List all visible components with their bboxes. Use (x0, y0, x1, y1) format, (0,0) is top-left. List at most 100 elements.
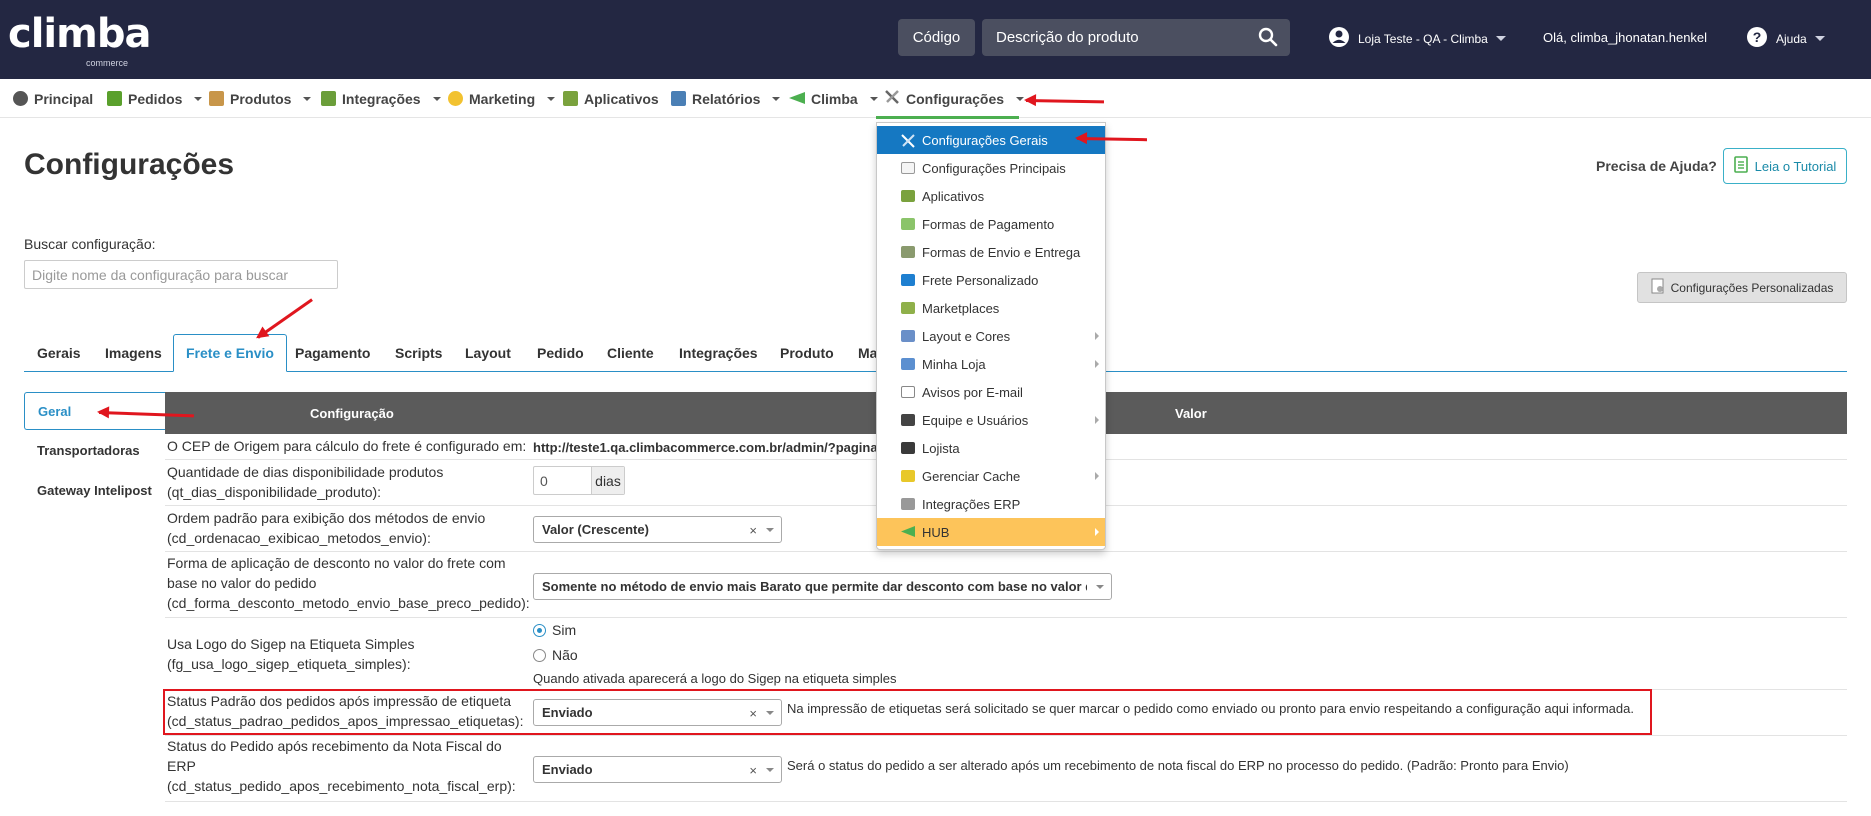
menu-item-integracoes-erp[interactable]: Integrações ERP (877, 490, 1105, 518)
nav-configuracoes[interactable]: Configurações (884, 79, 1025, 118)
radio-button[interactable] (533, 648, 546, 662)
page-title: Configurações (24, 148, 235, 181)
menu-item-gerenciar-cache[interactable]: Gerenciar Cache (877, 462, 1105, 490)
nav-label: Aplicativos (584, 90, 659, 107)
menu-item-configuracoes-gerais[interactable]: Configurações Gerais (877, 126, 1105, 154)
chevron-down-icon (766, 768, 774, 772)
nav-integracoes[interactable]: Integrações (321, 79, 441, 118)
climba-logo[interactable]: climba commerce (8, 14, 151, 68)
row-label: Ordem padrão para exibição dos métodos d… (167, 510, 486, 526)
chevron-down-icon (772, 96, 781, 101)
chevron-right-icon (1095, 528, 1099, 536)
help-menu[interactable]: ? Ajuda (1746, 26, 1825, 51)
configuracoes-dropdown-menu: Configurações Gerais Configurações Princ… (876, 122, 1106, 550)
nav-produtos[interactable]: Produtos (209, 79, 312, 118)
chevron-right-icon (1095, 472, 1099, 480)
nav-label: Relatórios (692, 90, 761, 107)
chevron-down-icon (432, 96, 441, 101)
status-nf-select[interactable]: Enviado × (533, 756, 782, 783)
nav-principal[interactable]: Principal (13, 79, 93, 118)
cep-link[interactable]: http://teste1.qa.climbacommerce.com.br/a… (533, 440, 878, 455)
money-icon (901, 218, 915, 230)
menu-item-label: Formas de Envio e Entrega (922, 244, 1081, 260)
custom-configurations-button[interactable]: Configurações Personalizadas (1637, 272, 1847, 303)
tab-frete-envio[interactable]: Frete e Envio (173, 334, 287, 372)
nav-pedidos[interactable]: Pedidos (107, 79, 203, 118)
menu-item-frete-personalizado[interactable]: Frete Personalizado (877, 266, 1105, 294)
select-value: Valor (Crescente) (542, 522, 649, 537)
radio-button-checked[interactable] (533, 623, 546, 637)
clear-icon[interactable]: × (749, 763, 757, 778)
menu-item-formas-envio[interactable]: Formas de Envio e Entrega (877, 238, 1105, 266)
menu-item-marketplaces[interactable]: Marketplaces (877, 294, 1105, 322)
tools-icon (884, 89, 900, 108)
nav-label: Pedidos (128, 90, 183, 107)
tab-cliente[interactable]: Cliente (607, 334, 654, 372)
side-item-geral[interactable]: Geral (24, 392, 165, 430)
radio-sim[interactable]: Sim (533, 620, 897, 640)
brush-icon (901, 330, 915, 342)
tab-imagens[interactable]: Imagens (105, 334, 162, 372)
nav-label: Principal (34, 90, 94, 107)
nav-label: Produtos (230, 90, 292, 107)
tab-scripts[interactable]: Scripts (395, 334, 442, 372)
nav-label: Marketing (469, 90, 536, 107)
code-search-button[interactable]: Código (898, 19, 975, 56)
menu-item-equipe-usuarios[interactable]: Equipe e Usuários (877, 406, 1105, 434)
help-label: Ajuda (1776, 31, 1807, 46)
tab-ma[interactable]: Ma (858, 334, 877, 372)
menu-item-label: Equipe e Usuários (922, 412, 1029, 428)
desconto-select[interactable]: Somente no método de envio mais Barato q… (533, 573, 1112, 600)
chevron-down-icon (1495, 36, 1506, 41)
dias-input[interactable]: 0 (534, 467, 592, 494)
nav-marketing[interactable]: Marketing (448, 79, 556, 118)
config-search-placeholder: Digite nome da configuração para buscar (32, 266, 289, 283)
row-label: Forma de aplicação de desconto no valor … (167, 555, 506, 571)
gears-icon (901, 498, 915, 510)
menu-item-minha-loja[interactable]: Minha Loja (877, 350, 1105, 378)
ordem-select[interactable]: Valor (Crescente) × (533, 516, 782, 543)
menu-item-layout-cores[interactable]: Layout e Cores (877, 322, 1105, 350)
menu-item-formas-pagamento[interactable]: Formas de Pagamento (877, 210, 1105, 238)
config-search-input[interactable]: Digite nome da configuração para buscar (24, 260, 338, 289)
side-item-transportadoras[interactable]: Transportadoras (24, 431, 165, 469)
menu-item-lojista[interactable]: Lojista (877, 434, 1105, 462)
nav-relatorios[interactable]: Relatórios (671, 79, 781, 118)
tab-produto[interactable]: Produto (780, 334, 834, 372)
plug-icon (321, 91, 336, 106)
store-selector[interactable]: Loja Teste - QA - Climba (1328, 26, 1506, 51)
menu-item-aplicativos[interactable]: Aplicativos (877, 182, 1105, 210)
menu-item-avisos-email[interactable]: Avisos por E-mail (877, 378, 1105, 406)
tab-integracoes[interactable]: Integrações (679, 334, 758, 372)
product-search-input[interactable]: Descrição do produto (982, 19, 1290, 56)
climba-flag-icon (789, 91, 805, 107)
nav-aplicativos[interactable]: Aplicativos (563, 79, 659, 118)
clear-icon[interactable]: × (749, 523, 757, 538)
chevron-right-icon (1095, 360, 1099, 368)
search-icon[interactable] (1258, 27, 1278, 51)
menu-item-label: Aplicativos (922, 188, 985, 204)
tab-pedido[interactable]: Pedido (537, 334, 584, 372)
nav-climba[interactable]: Climba (789, 79, 878, 118)
nav-label: Configurações (906, 90, 1005, 107)
top-header: climba commerce Código Descrição do prod… (0, 0, 1871, 79)
tab-pagamento[interactable]: Pagamento (295, 334, 370, 372)
row-key: (cd_forma_desconto_metodo_envio_base_pre… (167, 595, 530, 611)
side-item-gateway-intelipost[interactable]: Gateway Intelipost (24, 471, 165, 509)
store-name: Loja Teste - QA - Climba (1358, 31, 1488, 46)
row-label: O CEP de Origem para cálculo do frete é … (167, 438, 527, 454)
user-greeting[interactable]: Olá, climba_jhonatan.henkel (1543, 30, 1707, 45)
house-icon (901, 358, 915, 370)
tab-layout[interactable]: Layout (465, 334, 511, 372)
menu-item-configuracoes-principais[interactable]: Configurações Principais (877, 154, 1105, 182)
radio-nao[interactable]: Não (533, 645, 897, 665)
column-header-value: Valor (1175, 406, 1207, 421)
tutorial-button[interactable]: Leia o Tutorial (1723, 148, 1847, 184)
logo-subtext: commerce (86, 58, 129, 68)
tab-gerais[interactable]: Gerais (37, 334, 81, 372)
page-gear-icon (1651, 278, 1665, 297)
menu-item-hub[interactable]: HUB (877, 518, 1105, 546)
chevron-right-icon (1095, 332, 1099, 340)
menu-item-label: HUB (922, 524, 950, 540)
chevron-down-icon (1096, 585, 1104, 589)
